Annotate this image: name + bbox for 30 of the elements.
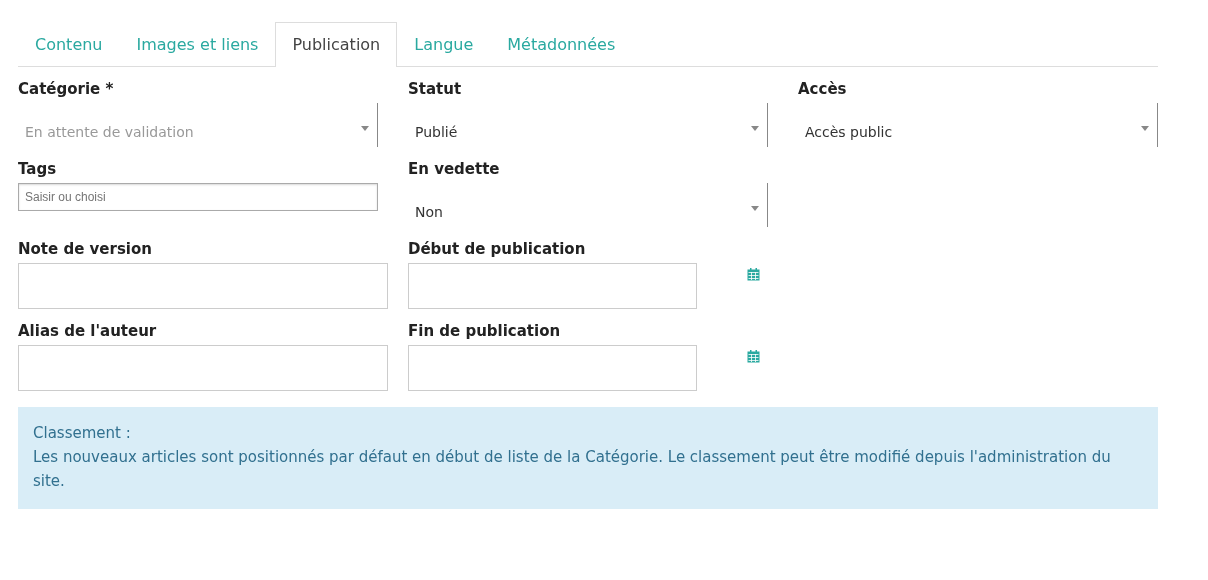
caret-icon [361,126,369,131]
date-field[interactable] [408,263,697,309]
calendar-icon[interactable] [747,350,760,363]
field-label: Catégorie * [18,79,115,99]
date-field[interactable] [408,345,697,391]
field-label: Alias de l'auteur [18,321,158,341]
input-field[interactable] [18,263,388,309]
input-field[interactable] [18,345,388,391]
select-field[interactable]: Accès public [798,103,1158,147]
field-label: Accès [798,79,848,99]
caret-icon [1141,126,1149,131]
field-label: En vedette [408,159,501,179]
field-label: Début de publication [408,239,587,259]
tab[interactable]: Langue [397,22,491,67]
caret-icon [751,206,759,211]
select-field[interactable]: Non [408,183,768,227]
tab[interactable]: Images et liens [119,22,276,67]
notice-title: Classement : [33,423,132,444]
field-label: Statut [408,79,463,99]
notice-text: Les nouveaux articles sont positionnés par défaut en début de liste de la Catégorie. Le classement peut être modifié depuis l'administration du site. [33,447,1112,492]
tab[interactable]: Contenu [18,22,120,67]
calendar-icon[interactable] [747,268,760,281]
select-field[interactable]: Publié [408,103,768,147]
tab[interactable]: Métadonnées [490,22,633,67]
tags-field[interactable]: Saisir ou choisi [18,183,378,211]
field-label: Note de version [18,239,153,259]
tab[interactable]: Publication [275,22,398,67]
caret-icon [751,126,759,131]
field-label: Fin de publication [408,321,562,341]
field-label: Tags [18,159,58,179]
